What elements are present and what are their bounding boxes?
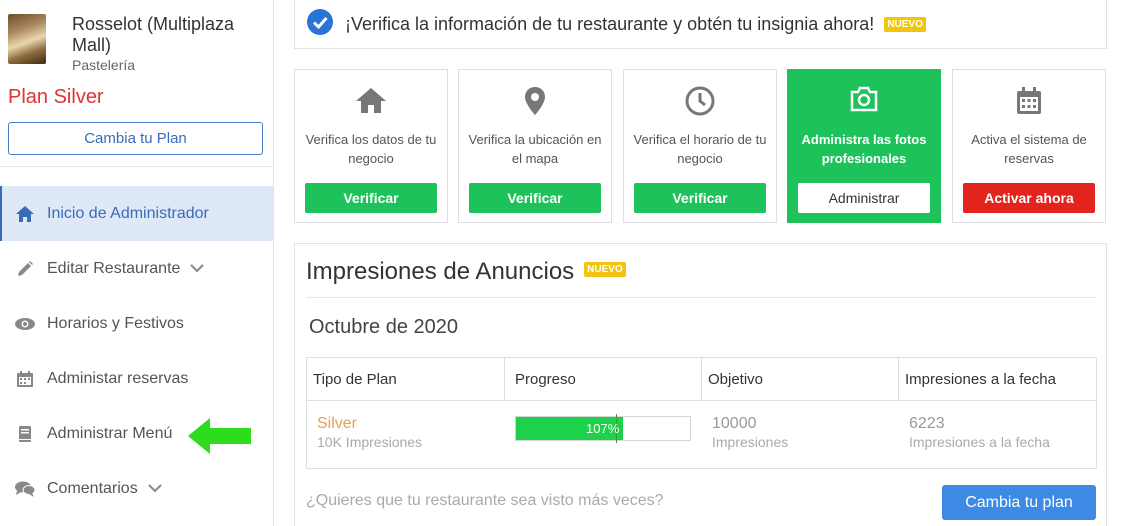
- verify-business-button[interactable]: Verificar: [305, 183, 437, 213]
- table-cell-current: 6223 Impresiones a la fecha: [899, 401, 1096, 469]
- current-subtext: Impresiones a la fecha: [909, 434, 1050, 450]
- card-verify-hours: Verifica el horario de tu negocio Verifi…: [623, 69, 777, 223]
- column-header: Objetivo: [702, 358, 899, 401]
- book-icon: [14, 424, 36, 444]
- chevron-down-icon: [190, 264, 205, 273]
- plan-name: Plan Silver: [8, 86, 104, 108]
- divider: [306, 297, 1095, 298]
- banner-message: ¡Verifica la información de tu restauran…: [345, 13, 875, 34]
- camera-icon: [788, 86, 940, 112]
- chevron-down-icon: [147, 484, 162, 493]
- comments-icon: [14, 479, 36, 499]
- verify-hours-button[interactable]: Verificar: [634, 183, 766, 213]
- new-badge: NUEVO: [884, 17, 926, 33]
- progress-bar: 107%: [515, 414, 691, 443]
- calendar-icon: [953, 86, 1105, 116]
- sidebar-nav: Inicio de Administrador Editar Restauran…: [0, 186, 273, 516]
- column-header: Tipo de Plan: [307, 358, 505, 401]
- manage-photos-button[interactable]: Administrar: [798, 183, 930, 213]
- sidebar-item-label: Comentarios: [47, 479, 138, 497]
- card-text: Activa el sistema de reservas: [971, 132, 1087, 166]
- month-label: Octubre de 2020: [309, 316, 458, 338]
- sidebar-item-inicio[interactable]: Inicio de Administrador: [0, 186, 273, 241]
- restaurant-name: Rosselot (Multiplaza Mall): [72, 14, 235, 55]
- table-cell-progress: 107%: [505, 401, 702, 469]
- sidebar-item-reservas[interactable]: Administar reservas: [0, 351, 273, 406]
- card-activate-reservations: Activa el sistema de reservas Activar ah…: [952, 69, 1106, 223]
- verification-banner: ¡Verifica la información de tu restauran…: [294, 0, 1107, 49]
- card-text: Verifica el horario de tu negocio: [633, 132, 767, 166]
- activate-reservations-button[interactable]: Activar ahora: [963, 183, 1095, 213]
- card-verify-location: Verifica la ubicación en el mapa Verific…: [458, 69, 612, 223]
- clock-icon: [624, 86, 776, 116]
- card-text: Verifica los datos de tu negocio: [305, 132, 437, 166]
- plan-subtext: 10K Impresiones: [317, 434, 423, 450]
- change-plan-button[interactable]: Cambia tu Plan: [8, 122, 263, 155]
- sidebar-item-editar-restaurante[interactable]: Editar Restaurante: [0, 241, 273, 296]
- impressions-table: Tipo de Plan Progreso Objetivo Impresion…: [306, 357, 1097, 469]
- sidebar-item-comentarios[interactable]: Comentarios: [0, 461, 273, 516]
- verification-cards: Verifica los datos de tu negocio Verific…: [294, 69, 1107, 223]
- divider: [0, 166, 273, 167]
- impressions-title: Impresiones de Anuncios NUEVO: [306, 258, 626, 286]
- eye-icon: [14, 314, 36, 334]
- change-plan-button[interactable]: Cambia tu plan: [942, 485, 1096, 520]
- table-cell-goal: 10000 Impresiones: [702, 401, 899, 469]
- upsell-question: ¿Quieres que tu restaurante sea visto má…: [306, 492, 664, 509]
- new-badge: NUEVO: [584, 262, 626, 278]
- sidebar-item-label: Editar Restaurante: [47, 259, 181, 277]
- card-text: Administra las fotos profesionales: [801, 132, 927, 166]
- sidebar-item-label: Administrar Menú: [47, 424, 173, 442]
- sidebar: Rosselot (Multiplaza Mall) Pastelería Pl…: [0, 0, 274, 526]
- verify-location-button[interactable]: Verificar: [469, 183, 601, 213]
- table-cell-plan: Silver 10K Impresiones: [307, 401, 505, 469]
- restaurant-category: Pastelería: [72, 57, 136, 73]
- impressions-title-text: Impresiones de Anuncios: [306, 258, 575, 285]
- column-header: Progreso: [505, 358, 702, 401]
- card-verify-business: Verifica los datos de tu negocio Verific…: [294, 69, 448, 223]
- sidebar-item-label: Inicio de Administrador: [47, 204, 209, 222]
- goal-value: 10000: [712, 415, 757, 432]
- pencil-icon: [14, 259, 36, 279]
- check-circle-icon: [307, 8, 333, 40]
- map-pin-icon: [459, 86, 611, 116]
- card-text: Verifica la ubicación en el mapa: [468, 132, 602, 166]
- card-manage-photos: Administra las fotos profesionales Admin…: [787, 69, 941, 223]
- column-header: Impresiones a la fecha: [899, 358, 1096, 401]
- progress-text: 107%: [586, 421, 620, 436]
- sidebar-item-label: Horarios y Festivos: [47, 314, 184, 332]
- home-icon: [14, 204, 36, 224]
- impressions-panel: Impresiones de Anuncios NUEVO Octubre de …: [294, 243, 1107, 526]
- sidebar-item-horarios[interactable]: Horarios y Festivos: [0, 296, 273, 351]
- current-value: 6223: [909, 415, 945, 432]
- plan-value: Silver: [317, 415, 358, 432]
- home-icon: [295, 86, 447, 114]
- restaurant-thumbnail: [8, 14, 46, 64]
- arrow-left-icon: [188, 418, 252, 459]
- banner-text: ¡Verifica la información de tu restauran…: [345, 14, 926, 35]
- goal-subtext: Impresiones: [712, 434, 789, 450]
- sidebar-item-label: Administar reservas: [47, 369, 189, 387]
- calendar-icon: [14, 369, 36, 389]
